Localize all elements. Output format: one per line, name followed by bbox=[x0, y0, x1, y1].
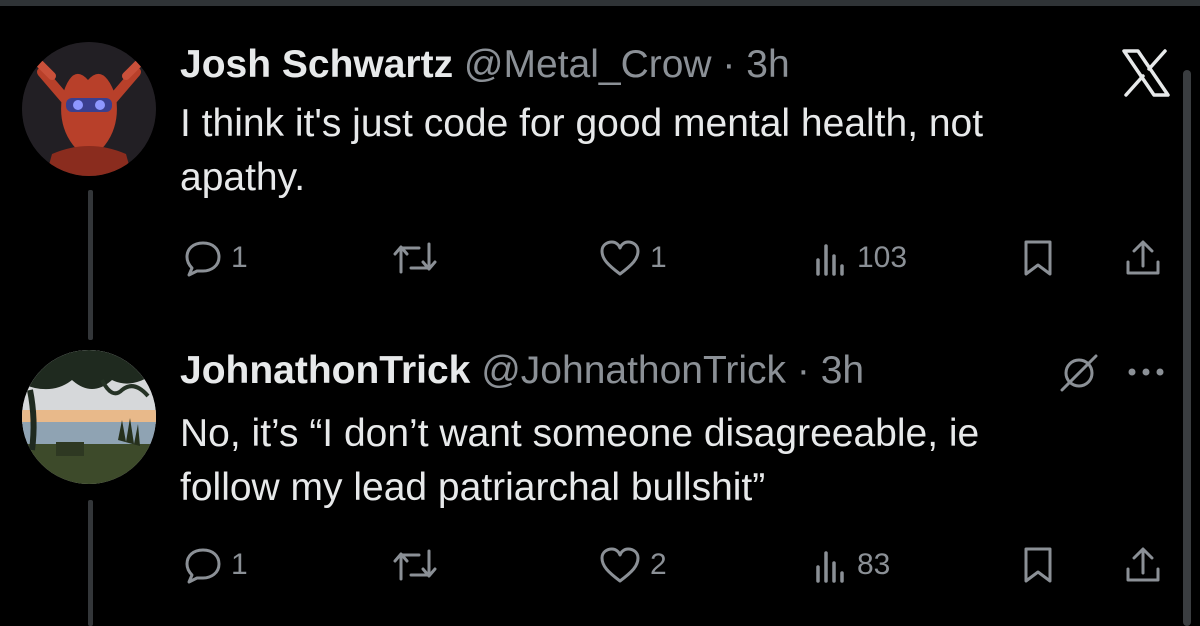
separator-dot: · bbox=[722, 43, 736, 86]
timestamp[interactable]: 3h bbox=[821, 349, 864, 392]
views-icon bbox=[813, 238, 849, 278]
tweet-text-line: follow my lead patriarchal bullshit” bbox=[180, 466, 766, 509]
separator-dot: · bbox=[796, 349, 810, 392]
reply-count: 1 bbox=[231, 241, 248, 274]
retweet-button[interactable] bbox=[391, 235, 447, 281]
display-name[interactable]: Josh Schwartz bbox=[180, 43, 453, 86]
action-bar: 1 2 83 bbox=[0, 542, 1200, 588]
bookmark-button[interactable] bbox=[1020, 235, 1056, 281]
heart-icon bbox=[598, 545, 642, 585]
retweet-icon bbox=[391, 238, 439, 278]
avatar[interactable] bbox=[22, 350, 156, 484]
bookmark-icon bbox=[1020, 238, 1056, 278]
retweet-icon bbox=[391, 545, 439, 585]
reply-icon bbox=[183, 545, 223, 585]
tweet[interactable]: Josh Schwartz @Metal_Crow · 3h I think i… bbox=[0, 0, 1200, 310]
user-handle[interactable]: @Metal_Crow bbox=[464, 43, 712, 86]
share-button[interactable] bbox=[1123, 235, 1163, 281]
user-handle[interactable]: @JohnathonTrick bbox=[481, 349, 786, 392]
tweet-text: No, it’s “I don’t want someone disagreea… bbox=[180, 407, 1140, 515]
like-button[interactable]: 2 bbox=[598, 542, 667, 588]
timestamp[interactable]: 3h bbox=[746, 43, 789, 86]
reply-icon bbox=[183, 238, 223, 278]
view-count: 103 bbox=[857, 241, 908, 274]
tweet-header: Josh Schwartz @Metal_Crow · 3h bbox=[180, 42, 790, 88]
bookmark-button[interactable] bbox=[1020, 542, 1056, 588]
reply-button[interactable]: 1 bbox=[183, 542, 248, 588]
like-count: 1 bbox=[650, 241, 667, 274]
retweet-button[interactable] bbox=[391, 542, 447, 588]
like-count: 2 bbox=[650, 548, 667, 581]
grok-icon[interactable] bbox=[1057, 353, 1101, 398]
heart-icon bbox=[598, 238, 642, 278]
tweet-text-line: I think it's just code for good mental h… bbox=[180, 102, 984, 145]
tweet[interactable]: JohnathonTrick @JohnathonTrick · 3h No, … bbox=[0, 310, 1200, 626]
share-button[interactable] bbox=[1123, 542, 1163, 588]
more-icon[interactable] bbox=[1124, 362, 1168, 387]
share-icon bbox=[1123, 545, 1163, 585]
views-button[interactable]: 103 bbox=[813, 235, 907, 281]
tweet-text-line: apathy. bbox=[180, 156, 306, 199]
avatar[interactable] bbox=[22, 42, 156, 176]
view-count: 83 bbox=[857, 548, 891, 581]
reply-button[interactable]: 1 bbox=[183, 235, 248, 281]
views-button[interactable]: 83 bbox=[813, 542, 890, 588]
display-name[interactable]: JohnathonTrick bbox=[180, 349, 470, 392]
reply-count: 1 bbox=[231, 548, 248, 581]
action-bar: 1 1 103 bbox=[0, 235, 1200, 281]
tweet-text: I think it's just code for good mental h… bbox=[180, 97, 1140, 205]
share-icon bbox=[1123, 238, 1163, 278]
like-button[interactable]: 1 bbox=[598, 235, 667, 281]
bookmark-icon bbox=[1020, 545, 1056, 585]
tweet-text-line: No, it’s “I don’t want someone disagreea… bbox=[180, 412, 980, 455]
views-icon bbox=[813, 545, 849, 585]
tweet-header: JohnathonTrick @JohnathonTrick · 3h bbox=[180, 348, 864, 394]
